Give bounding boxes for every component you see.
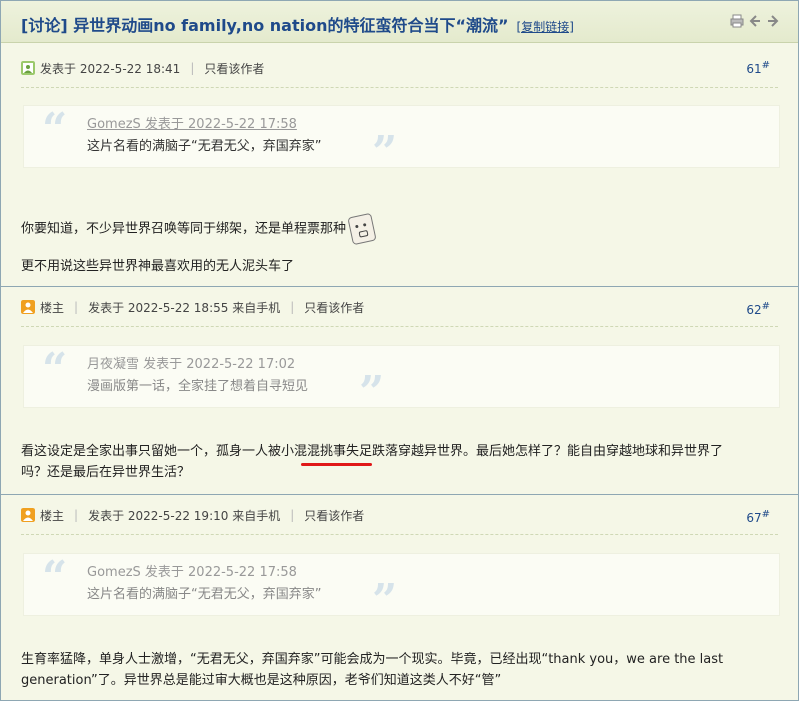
header-separator: |	[74, 300, 79, 314]
thread-title-bar: [讨论] 异世界动画no family,no nation的特征蛮符合当下“潮流…	[1, 1, 798, 43]
post-time: 发表于 2022-5-22 18:55 来自手机	[88, 300, 281, 315]
post-divider	[21, 534, 778, 535]
floor-mark: #	[761, 509, 770, 520]
quote-block: “ GomezS 发表于 2022-5-22 17:58 这片名看的满脑子“无君…	[23, 104, 780, 175]
post-separator	[1, 494, 798, 495]
quote-block: “ GomezS 发表于 2022-5-22 17:58 这片名看的满脑子“无君…	[23, 552, 780, 623]
emoji-face-icon	[347, 212, 377, 246]
author-badge[interactable]: 楼主	[40, 507, 64, 524]
quote-block: “ 月夜凝雪 发表于 2022-5-22 17:02 漫画版第一话，全家挂了想着…	[23, 344, 780, 415]
floor-mark: #	[761, 301, 770, 312]
quote-meta[interactable]: 月夜凝雪 发表于 2022-5-22 17:02	[87, 353, 295, 372]
post-line-1: 你要知道，不少异世界召唤等同于绑架，还是单程票那种	[21, 212, 377, 246]
quote-close-icon: ”	[372, 127, 398, 178]
copy-link[interactable]: [复制链接]	[517, 20, 574, 34]
quote-meta[interactable]: GomezS 发表于 2022-5-22 17:58	[87, 561, 297, 580]
quote-close-icon: ”	[359, 367, 385, 418]
author-badge[interactable]: 楼主	[40, 299, 64, 316]
post-header: 楼主 | 发表于 2022-5-22 18:55 来自手机 | 只看该作者	[21, 296, 364, 318]
post-line-1: 看这设定是全家出事只留她一个，孤身一人被小混混挑事失足跌落穿越异世界。最后她怎样…	[21, 444, 724, 459]
quote-open-icon: “	[42, 104, 68, 155]
quote-text: 这片名看的满脑子“无君无父，弃国弃家”	[87, 587, 322, 602]
only-author-link[interactable]: 只看该作者	[304, 299, 364, 316]
post-text: 你要知道，不少异世界召唤等同于绑架，还是单程票那种	[21, 221, 347, 237]
red-underline-annotation	[301, 463, 372, 466]
thread-toolbar	[730, 14, 780, 28]
post-line-2: 更不用说这些异世界神最喜欢用的无人泥头车了	[21, 259, 295, 274]
next-arrow-icon[interactable]	[766, 14, 780, 28]
post-time: 发表于 2022-5-22 19:10 来自手机	[88, 508, 281, 523]
post-header: 发表于 2022-5-22 18:41 | 只看该作者	[21, 57, 264, 79]
thread-title-text: [讨论] 异世界动画no family,no nation的特征蛮符合当下“潮流…	[21, 16, 509, 35]
only-author-link[interactable]: 只看该作者	[204, 60, 264, 77]
post-line-2: 吗？还是最后在异世界生活？	[21, 465, 191, 480]
post-divider	[21, 326, 778, 327]
user-avatar-icon	[21, 61, 35, 75]
floor-value: 67	[746, 511, 762, 525]
post-line-1: 生育率猛降，单身人士激增，“无君无父，弃国弃家”可能会成为一个现实。毕竟，已经出…	[21, 652, 724, 667]
quote-open-icon: “	[42, 552, 68, 603]
header-separator: |	[290, 300, 295, 314]
quote-close-icon: ”	[372, 575, 398, 626]
floor-number[interactable]: 62#	[746, 301, 770, 317]
post-separator	[1, 286, 798, 287]
quote-meta[interactable]: GomezS 发表于 2022-5-22 17:58	[87, 113, 297, 132]
header-separator: |	[74, 508, 79, 522]
quote-open-icon: “	[42, 344, 68, 395]
host-badge-icon	[21, 300, 35, 314]
only-author-link[interactable]: 只看该作者	[304, 507, 364, 524]
floor-number[interactable]: 67#	[746, 509, 770, 525]
post-time: 发表于 2022-5-22 18:41	[40, 61, 181, 76]
post-divider	[21, 87, 778, 88]
quote-text: 这片名看的满脑子“无君无父，弃国弃家”	[87, 139, 322, 154]
header-separator: |	[190, 61, 195, 75]
quote-text: 漫画版第一话，全家挂了想着自寻短见	[87, 379, 309, 394]
print-icon[interactable]	[730, 14, 744, 28]
post-line-2: generation”了。异世界总是能过审大概也是这种原因，老爷们知道这类人不好…	[21, 673, 502, 688]
host-badge-icon	[21, 508, 35, 522]
post-header: 楼主 | 发表于 2022-5-22 19:10 来自手机 | 只看该作者	[21, 504, 364, 526]
floor-value: 62	[746, 303, 762, 317]
floor-number[interactable]: 61#	[746, 60, 770, 76]
floor-mark: #	[761, 60, 770, 71]
header-separator: |	[290, 508, 295, 522]
floor-value: 61	[746, 62, 762, 76]
prev-arrow-icon[interactable]	[748, 14, 762, 28]
forum-thread-panel: [讨论] 异世界动画no family,no nation的特征蛮符合当下“潮流…	[0, 0, 799, 701]
thread-title: [讨论] 异世界动画no family,no nation的特征蛮符合当下“潮流…	[21, 12, 574, 36]
